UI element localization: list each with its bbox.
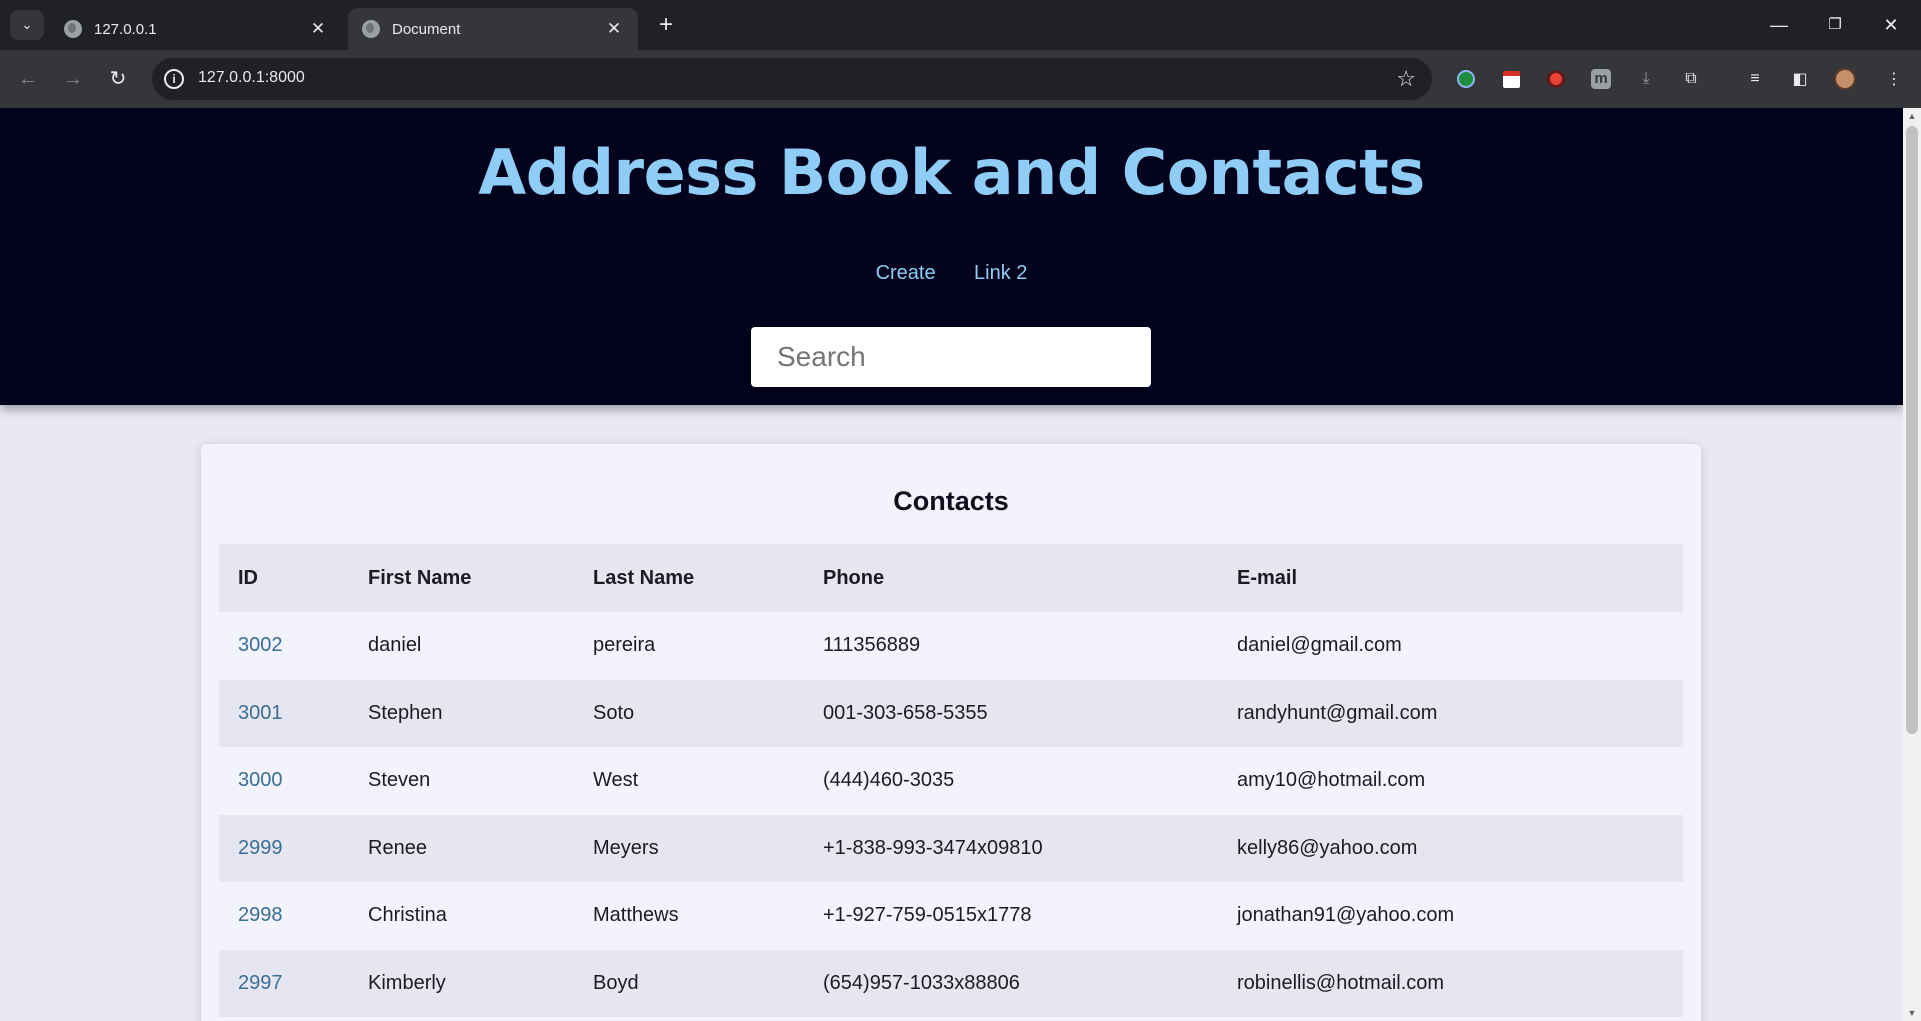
contact-id-link[interactable]: 3001 <box>238 702 283 724</box>
tab-strip: ⌄ 127.0.0.1 ✕ Document ✕ + — ❐ ✕ <box>0 0 1921 50</box>
cell-email: amy10@hotmail.com <box>1237 769 1426 792</box>
cell-last-name: Meyers <box>574 814 804 882</box>
media-control-icon[interactable]: ≡ <box>1743 67 1767 91</box>
forward-button[interactable]: → <box>57 63 89 95</box>
extension-record-icon[interactable] <box>1544 67 1568 91</box>
cell-id: 2998 <box>219 882 349 950</box>
cell-phone: 001-303-658-5355 <box>804 679 1218 747</box>
nav-link-2[interactable]: Link 2 <box>974 262 1027 284</box>
address-bar[interactable]: i 127.0.0.1:8000 ☆ <box>152 58 1432 100</box>
column-header-first-name[interactable]: First Name <box>349 544 574 612</box>
tab-title: 127.0.0.1 <box>94 20 157 38</box>
cell-id: 2997 <box>219 949 349 1017</box>
cell-id: 3000 <box>219 747 349 815</box>
tab-search-button[interactable]: ⌄ <box>10 10 44 40</box>
contacts-table: ID First Name Last Name Phone E-mail 300… <box>219 544 1683 1017</box>
scrollbar-thumb[interactable] <box>1906 126 1918 734</box>
close-window-icon[interactable]: ✕ <box>1868 8 1914 42</box>
reload-button[interactable]: ↻ <box>102 63 134 95</box>
contact-id-link[interactable]: 3000 <box>238 769 283 791</box>
cell-phone: 111356889 <box>823 634 921 657</box>
cell-first-name: Renee <box>349 814 574 882</box>
globe-icon <box>362 20 380 38</box>
cell-last-name: Soto <box>574 679 804 747</box>
page-scrollbar[interactable]: ▲ ▼ <box>1903 108 1921 1021</box>
table-row: 3001 Stephen Soto 001-303-658-5355 randy… <box>219 679 1683 747</box>
cell-first-name: Stephen <box>349 679 574 747</box>
download-icon[interactable]: ⤓ <box>1634 67 1658 91</box>
nav-create-link[interactable]: Create <box>876 262 936 284</box>
cell-email: randyhunt@gmail.com <box>1218 679 1683 747</box>
cell-first-name: Christina <box>368 904 447 927</box>
globe-icon <box>64 20 82 38</box>
column-header-phone[interactable]: Phone <box>804 544 1218 612</box>
site-nav: Create Link 2 <box>0 262 1903 285</box>
chevron-down-icon: ⌄ <box>21 17 33 32</box>
profile-avatar[interactable] <box>1833 67 1857 91</box>
site-header: Address Book and Contacts Create Link 2 <box>0 108 1903 405</box>
scroll-up-arrow-icon[interactable]: ▲ <box>1903 108 1921 124</box>
contact-id-link[interactable]: 3002 <box>238 634 283 656</box>
restore-icon[interactable]: ❐ <box>1812 8 1858 42</box>
cell-last-name: Matthews <box>593 904 679 927</box>
back-button[interactable]: ← <box>12 63 44 95</box>
cell-first-name: Steven <box>368 769 431 792</box>
column-header-email[interactable]: E-mail <box>1218 544 1683 612</box>
column-header-last-name[interactable]: Last Name <box>574 544 804 612</box>
cell-last-name: West <box>593 769 639 792</box>
cell-phone: (444)460-3035 <box>823 769 955 792</box>
cell-id: 2999 <box>219 814 349 882</box>
cell-email: daniel@gmail.com <box>1237 634 1402 657</box>
cell-first-name: Kimberly <box>349 949 574 1017</box>
scroll-down-arrow-icon[interactable]: ▼ <box>1903 1005 1921 1021</box>
table-header-row: ID First Name Last Name Phone E-mail <box>219 544 1683 612</box>
contacts-heading: Contacts <box>893 486 1009 516</box>
cell-first-name: daniel <box>368 634 422 657</box>
cell-phone: +1-927-759-0515x1778 <box>823 904 1032 927</box>
table-row: 3000 Steven West (444)460-3035 amy10@hot… <box>219 747 1683 815</box>
tab-title: Document <box>392 20 461 38</box>
search-input[interactable] <box>751 327 1151 387</box>
cell-phone: (654)957-1033x88806 <box>804 949 1218 1017</box>
cell-id: 3002 <box>219 612 349 680</box>
contact-id-link[interactable]: 2999 <box>238 837 283 859</box>
tab-127-0-0-1[interactable]: 127.0.0.1 ✕ <box>50 8 342 50</box>
cell-phone: +1-838-993-3474x09810 <box>804 814 1218 882</box>
extension-dollar-icon[interactable] <box>1454 67 1478 91</box>
table-row: 3002 daniel pereira 111356889 daniel@gma… <box>219 612 1683 680</box>
cell-email: robinellis@hotmail.com <box>1218 949 1683 1017</box>
side-panel-icon[interactable]: ◧ <box>1788 67 1812 91</box>
minimize-icon[interactable]: — <box>1756 8 1802 42</box>
extension-m-icon[interactable]: m <box>1589 67 1613 91</box>
tab-document[interactable]: Document ✕ <box>348 8 638 50</box>
site-info-icon[interactable]: i <box>164 69 184 89</box>
table-row: 2998 Christina Matthews +1-927-759-0515x… <box>219 882 1683 950</box>
contact-id-link[interactable]: 2998 <box>238 904 283 926</box>
contacts-card: Contacts ID First Name Last Name Phone E… <box>201 444 1701 1021</box>
cell-id: 3001 <box>219 679 349 747</box>
cell-email: jonathan91@yahoo.com <box>1237 904 1455 927</box>
cell-last-name: Boyd <box>574 949 804 1017</box>
column-header-id[interactable]: ID <box>219 544 349 612</box>
new-tab-button[interactable]: + <box>652 12 680 40</box>
cell-last-name: pereira <box>593 634 656 657</box>
browser-menu-icon[interactable]: ⋮ <box>1882 67 1906 91</box>
url-text: 127.0.0.1:8000 <box>198 69 305 86</box>
page-title: Address Book and Contacts <box>478 136 1425 209</box>
browser-toolbar: ← → ↻ i 127.0.0.1:8000 ☆ m ⤓ ⧉ ≡ ◧ ⋮ <box>0 50 1921 108</box>
cell-email: kelly86@yahoo.com <box>1218 814 1683 882</box>
extensions-puzzle-icon[interactable]: ⧉ <box>1679 67 1703 91</box>
table-row: 2997 Kimberly Boyd (654)957-1033x88806 r… <box>219 949 1683 1017</box>
extension-calendar-icon[interactable] <box>1499 67 1523 91</box>
contact-id-link[interactable]: 2997 <box>238 972 283 994</box>
close-tab-icon[interactable]: ✕ <box>604 19 624 39</box>
page-viewport: Address Book and Contacts Create Link 2 … <box>0 108 1921 1021</box>
table-row: 2999 Renee Meyers +1-838-993-3474x09810 … <box>219 814 1683 882</box>
close-tab-icon[interactable]: ✕ <box>308 19 328 39</box>
bookmark-star-icon[interactable]: ☆ <box>1396 66 1416 92</box>
